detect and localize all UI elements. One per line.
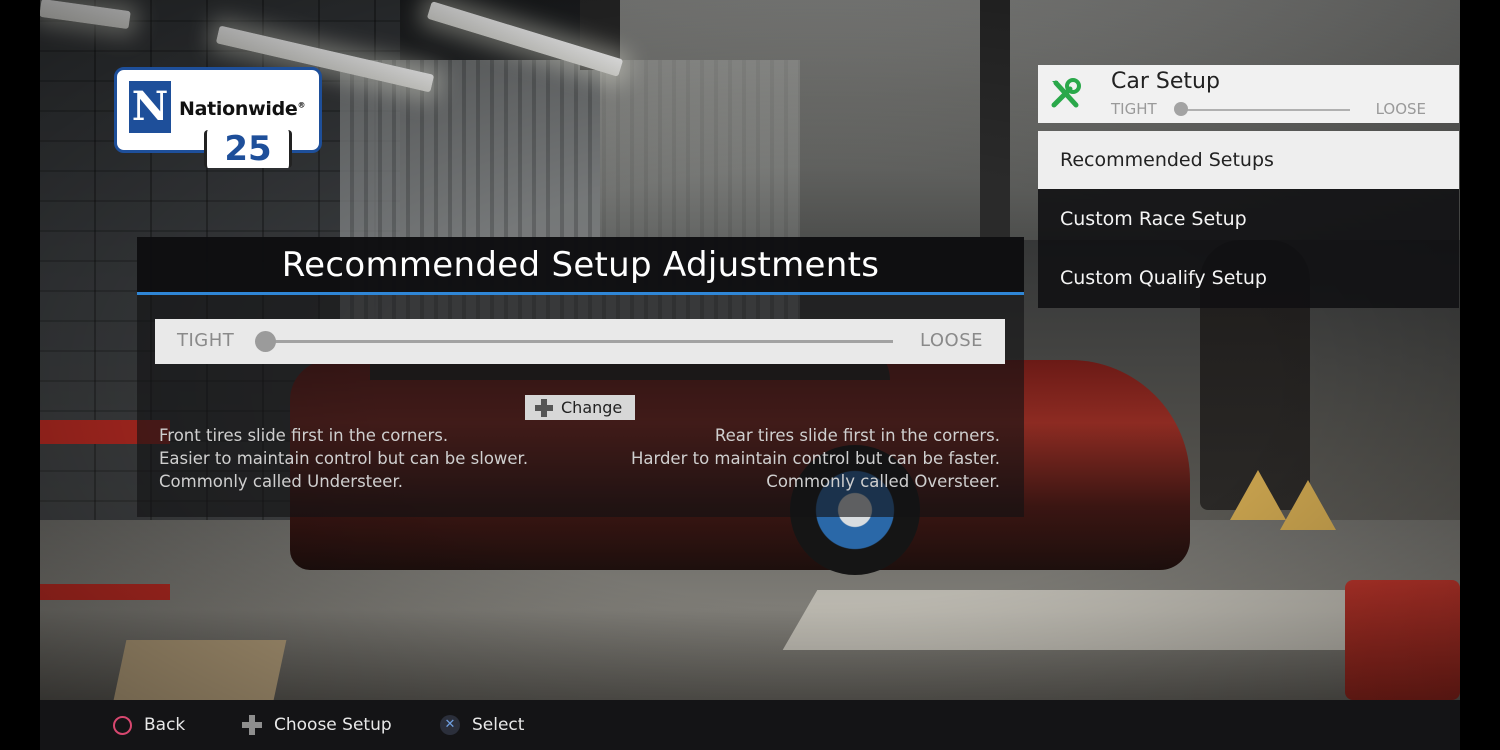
loose-label: LOOSE bbox=[919, 330, 983, 351]
select-label: Select bbox=[472, 715, 525, 735]
menu-item-custom-race-setup[interactable]: Custom Race Setup bbox=[1038, 190, 1459, 248]
back-label: Back bbox=[144, 715, 186, 735]
button-hints-bar: Back Choose Setup ✕ Select bbox=[40, 700, 1460, 750]
description-line: Rear tires slide first in the corners. bbox=[714, 426, 1000, 445]
back-hint[interactable]: Back bbox=[113, 700, 185, 750]
panel-title: Recommended Setup Adjustments bbox=[281, 245, 880, 285]
car-setup-header: Car Setup TIGHT LOOSE bbox=[1038, 65, 1459, 123]
choose-setup-label: Choose Setup bbox=[274, 715, 392, 735]
balance-slider[interactable]: TIGHT LOOSE bbox=[155, 319, 1005, 364]
menu-item-custom-qualify-setup[interactable]: Custom Qualify Setup bbox=[1038, 249, 1459, 307]
description-line: Commonly called Oversteer. bbox=[766, 472, 1000, 491]
setup-adjustments-panel: Recommended Setup Adjustments TIGHT LOOS… bbox=[137, 237, 1024, 517]
choose-setup-hint[interactable]: Choose Setup bbox=[242, 700, 392, 750]
description-line: Commonly called Understeer. bbox=[159, 472, 403, 491]
description-line: Front tires slide first in the corners. bbox=[159, 426, 449, 445]
panel-header: Recommended Setup Adjustments bbox=[137, 237, 1024, 295]
slider-track bbox=[265, 340, 893, 343]
car-setup-title: Car Setup bbox=[1111, 69, 1220, 94]
dpad-icon bbox=[535, 398, 553, 417]
balance-mini-knob bbox=[1174, 102, 1188, 116]
description-line: Easier to maintain control but can be sl… bbox=[159, 449, 529, 468]
car-number: 25 bbox=[204, 130, 292, 168]
nationwide-logo-icon: N bbox=[129, 81, 171, 133]
change-button[interactable]: Change bbox=[525, 395, 635, 420]
description-line: Harder to maintain control but can be fa… bbox=[630, 449, 1000, 468]
change-label: Change bbox=[561, 398, 623, 417]
tight-label: TIGHT bbox=[1111, 100, 1157, 118]
cross-button-icon: ✕ bbox=[440, 715, 460, 735]
loose-description: Rear tires slide first in the corners. H… bbox=[631, 424, 1000, 493]
circle-button-icon bbox=[113, 715, 132, 735]
tight-description: Front tires slide first in the corners. … bbox=[159, 424, 528, 493]
menu-item-recommended-setups[interactable]: Recommended Setups bbox=[1038, 131, 1459, 189]
balance-mini-track bbox=[1178, 109, 1350, 111]
dpad-icon bbox=[242, 715, 262, 735]
setup-menu: Recommended Setups Custom Race Setup Cus… bbox=[1038, 131, 1459, 308]
select-hint[interactable]: ✕ Select bbox=[440, 700, 524, 750]
sponsor-name: Nationwide® bbox=[179, 98, 306, 120]
wrench-screwdriver-icon bbox=[1051, 78, 1081, 108]
loose-label: LOOSE bbox=[1375, 100, 1426, 118]
tight-label: TIGHT bbox=[177, 330, 235, 351]
slider-knob[interactable] bbox=[255, 331, 276, 352]
